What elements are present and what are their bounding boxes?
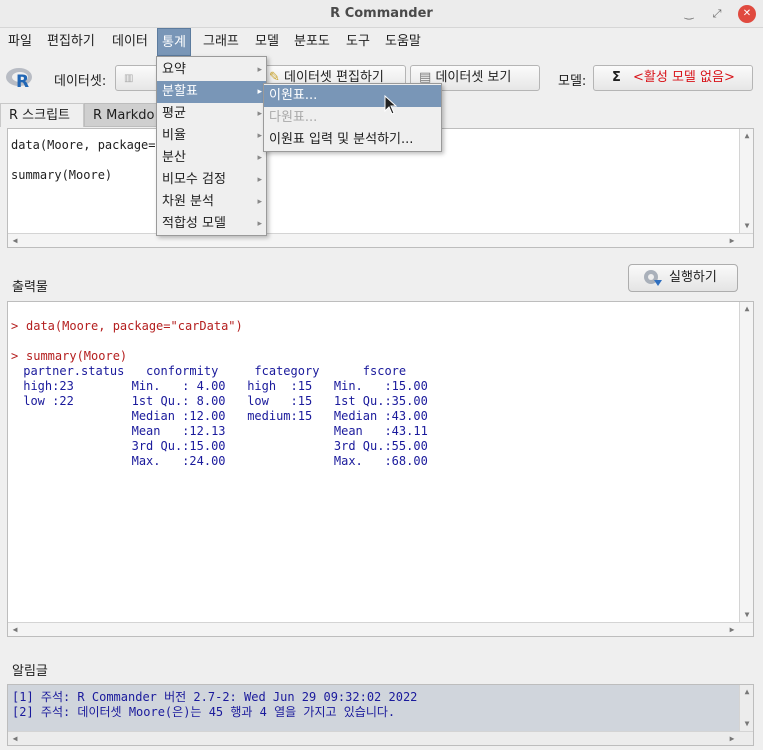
window-title: R Commander bbox=[330, 6, 433, 21]
output-vertical-scrollbar[interactable]: ▲ ▼ bbox=[739, 302, 753, 622]
menu-statistics[interactable]: 통계 bbox=[157, 28, 191, 56]
prompt-1: > bbox=[11, 319, 19, 333]
output-row: Mean :12.13 Mean :43.11 bbox=[16, 424, 443, 438]
stats-menu-means[interactable]: 평균 ▸ bbox=[157, 103, 266, 125]
scroll-down-icon[interactable]: ▼ bbox=[740, 717, 753, 731]
table-icon: ▥ bbox=[124, 73, 134, 84]
output-command-2: summary(Moore) bbox=[26, 349, 128, 363]
submenu-arrow-icon: ▸ bbox=[257, 197, 262, 207]
mouse-cursor-icon bbox=[384, 95, 398, 115]
submenu-arrow-icon: ▸ bbox=[257, 175, 262, 185]
close-icon[interactable]: ✕ bbox=[738, 5, 756, 23]
message-line-2: [2] 주석: 데이터셋 Moore(은)는 45 행과 4 열을 가지고 있습… bbox=[12, 705, 396, 719]
output-row: low :22 1st Qu.: 8.00 low :15 1st Qu.:35… bbox=[16, 394, 443, 408]
submenu-multi-way-table[interactable]: 다원표... bbox=[264, 107, 441, 129]
model-value: <활성 모델 없음> bbox=[633, 70, 735, 85]
stats-menu-summaries[interactable]: 요약 ▸ bbox=[157, 59, 266, 81]
messages-pane[interactable]: [1] 주석: R Commander 버전 2.7-2: Wed Jun 29… bbox=[7, 684, 754, 746]
output-row: partner.status conformity fcategory fsco… bbox=[16, 364, 428, 378]
messages-label: 알림글 bbox=[12, 664, 48, 679]
submenu-arrow-icon: ▸ bbox=[257, 65, 262, 75]
submenu-arrow-icon: ▸ bbox=[257, 219, 262, 229]
scroll-right-icon[interactable]: ▶ bbox=[725, 234, 739, 247]
stats-menu-dimensional-analysis[interactable]: 차원 분석 ▸ bbox=[157, 191, 266, 213]
model-label: 모델: bbox=[558, 74, 587, 89]
script-horizontal-scrollbar[interactable]: ◀ ▶ bbox=[8, 233, 753, 247]
script-line-2: summary(Moore) bbox=[11, 168, 113, 182]
menu-edit[interactable]: 편집하기 bbox=[43, 28, 99, 56]
scroll-down-icon[interactable]: ▼ bbox=[740, 608, 753, 622]
statistics-menu: 요약 ▸ 분할표 ▸ 평균 ▸ 비율 ▸ 분산 ▸ 비모수 검정 ▸ 차원 분석 ▸ 적합성 … bbox=[156, 56, 267, 236]
dataset-selector-button[interactable]: ▥ bbox=[115, 65, 160, 91]
r-logo-icon: R bbox=[6, 68, 32, 90]
run-button-label: 실행하기 bbox=[669, 270, 717, 285]
menu-graphs[interactable]: 그래프 bbox=[199, 28, 243, 56]
output-row: Max. :24.00 Max. :68.00 bbox=[16, 454, 443, 468]
output-command-1: data(Moore, package="carData") bbox=[26, 319, 243, 333]
stats-menu-proportions[interactable]: 비율 ▸ bbox=[157, 125, 266, 147]
stats-menu-nonparametric[interactable]: 비모수 검정 ▸ bbox=[157, 169, 266, 191]
sigma-icon: Σ bbox=[612, 70, 621, 85]
tab-r-script[interactable]: R 스크립트 bbox=[0, 103, 84, 127]
messages-vertical-scrollbar[interactable]: ▲ ▼ bbox=[739, 685, 753, 731]
menu-data[interactable]: 데이터 bbox=[108, 28, 152, 56]
scroll-right-icon[interactable]: ▶ bbox=[725, 732, 739, 745]
scroll-right-icon[interactable]: ▶ bbox=[725, 623, 739, 636]
script-vertical-scrollbar[interactable]: ▲ ▼ bbox=[739, 129, 753, 233]
stats-menu-fit-models[interactable]: 적합성 모델 ▸ bbox=[157, 213, 266, 235]
menu-file[interactable]: 파일 bbox=[4, 28, 36, 56]
dataset-label: 데이터셋: bbox=[54, 74, 107, 89]
scroll-down-icon[interactable]: ▼ bbox=[740, 219, 753, 233]
submenu-arrow-icon: ▸ bbox=[257, 153, 262, 163]
output-row: 3rd Qu.:15.00 3rd Qu.:55.00 bbox=[16, 439, 443, 453]
output-pane[interactable]: > data(Moore, package="carData") > summa… bbox=[7, 301, 754, 637]
menu-bar: 파일 편집하기 데이터 통계 그래프 모델 분포도 도구 도움말 bbox=[0, 28, 763, 56]
submenu-arrow-icon: ▸ bbox=[257, 109, 262, 119]
run-gear-icon bbox=[644, 270, 662, 286]
submenu-two-way-table[interactable]: 이원표... bbox=[264, 85, 441, 107]
output-label: 출력물 bbox=[12, 280, 48, 295]
submenu-arrow-icon: ▸ bbox=[257, 131, 262, 141]
submenu-enter-and-analyze-two-way-table[interactable]: 이원표 입력 및 분석하기... bbox=[264, 129, 441, 151]
scroll-up-icon[interactable]: ▲ bbox=[740, 685, 753, 699]
scroll-left-icon[interactable]: ◀ bbox=[8, 732, 22, 745]
script-line-1: data(Moore, package=" bbox=[11, 138, 163, 152]
prompt-2: > bbox=[11, 349, 19, 363]
minimize-icon[interactable]: ‿ bbox=[680, 5, 698, 23]
maximize-icon[interactable]: ⤢ bbox=[708, 5, 726, 23]
scroll-up-icon[interactable]: ▲ bbox=[740, 302, 753, 316]
view-dataset-label: 데이터셋 보기 bbox=[435, 70, 512, 85]
submenu-arrow-icon: ▸ bbox=[257, 87, 262, 97]
menu-models[interactable]: 모델 bbox=[251, 28, 283, 56]
messages-horizontal-scrollbar[interactable]: ◀ ▶ bbox=[8, 731, 753, 745]
menu-help[interactable]: 도움말 bbox=[381, 28, 425, 56]
menu-tools[interactable]: 도구 bbox=[342, 28, 374, 56]
menu-distributions[interactable]: 분포도 bbox=[290, 28, 334, 56]
run-button[interactable]: 실행하기 bbox=[628, 264, 738, 292]
output-row: high:23 Min. : 4.00 high :15 Min. :15.00 bbox=[16, 379, 443, 393]
model-selector-button[interactable]: Σ <활성 모델 없음> bbox=[593, 65, 753, 91]
scroll-up-icon[interactable]: ▲ bbox=[740, 129, 753, 143]
output-row: Median :12.00 medium:15 Median :43.00 bbox=[16, 409, 443, 423]
stats-menu-variances[interactable]: 분산 ▸ bbox=[157, 147, 266, 169]
output-horizontal-scrollbar[interactable]: ◀ ▶ bbox=[8, 622, 753, 636]
stats-menu-contingency-tables[interactable]: 분할표 ▸ bbox=[157, 81, 266, 103]
contingency-submenu: 이원표... 다원표... 이원표 입력 및 분석하기... bbox=[263, 83, 442, 152]
scroll-left-icon[interactable]: ◀ bbox=[8, 234, 22, 247]
svg-text:R: R bbox=[16, 72, 29, 90]
title-bar: R Commander ‿ ⤢ ✕ bbox=[0, 0, 763, 28]
scroll-left-icon[interactable]: ◀ bbox=[8, 623, 22, 636]
